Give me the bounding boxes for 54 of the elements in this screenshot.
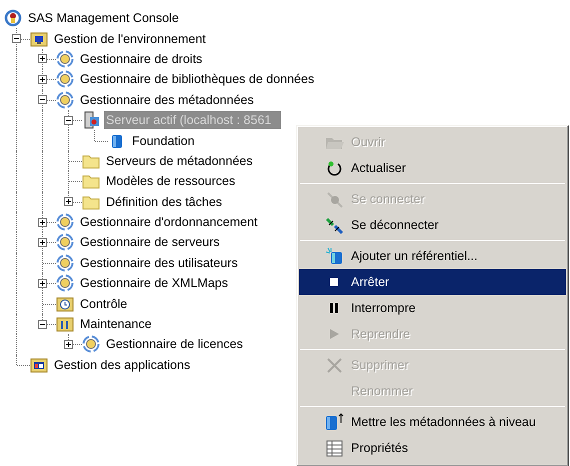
circular-arrows-icon [56, 70, 74, 88]
circular-arrows-icon [56, 90, 74, 109]
circular-arrows-icon [56, 254, 74, 272]
menu-item[interactable]: Mettre les métadonnées à niveau [299, 409, 566, 435]
expand-toggle[interactable] [38, 54, 47, 64]
folder-computer-icon [30, 30, 48, 48]
circular-arrows-icon [82, 335, 100, 354]
menu-item[interactable]: Interrompre [299, 295, 566, 321]
tree-item[interactable]: Modèles de ressources [104, 172, 238, 190]
tree-item[interactable]: Serveurs de métadonnées [104, 152, 255, 170]
collapse-toggle[interactable] [38, 95, 47, 104]
tree-item[interactable]: Gestionnaire de XMLMaps [78, 274, 230, 292]
properties-icon [325, 439, 345, 457]
tree-item[interactable]: Définition des tâches [104, 192, 224, 211]
tree-item[interactable]: SAS Management Console [26, 9, 181, 28]
menu-item[interactable]: Propriétés [299, 435, 566, 461]
tree-item[interactable]: Gestion des applications [52, 356, 192, 374]
tree-item[interactable]: Gestionnaire des métadonnées [78, 90, 256, 109]
menu-item[interactable]: Arrêter [299, 269, 566, 295]
tree-item[interactable]: Gestionnaire de bibliothèques de données [78, 70, 316, 88]
expand-toggle[interactable] [38, 74, 47, 84]
menu-item[interactable]: Actualiser [299, 155, 566, 181]
database-add-icon [325, 247, 345, 265]
tree-item[interactable]: Foundation [130, 132, 197, 150]
tree-item[interactable]: Gestionnaire de licences [104, 335, 245, 354]
expand-toggle[interactable] [64, 197, 73, 206]
expand-toggle[interactable] [38, 278, 47, 288]
tree-item[interactable]: Gestionnaire des utilisateurs [78, 254, 240, 272]
expand-toggle[interactable] [38, 238, 47, 247]
circular-arrows-icon [56, 50, 74, 68]
tree-item[interactable]: Maintenance [78, 315, 154, 334]
collapse-toggle[interactable] [38, 320, 47, 329]
tree-item[interactable]: Gestionnaire d'ordonnancement [78, 213, 260, 232]
folder-clock-icon [56, 294, 74, 313]
folder-tools-icon [56, 315, 74, 334]
server-icon [82, 111, 100, 130]
menu-item[interactable]: Ajouter un référentiel... [299, 243, 566, 269]
circular-arrows-icon [56, 213, 74, 232]
tree-item[interactable]: Contrôle [78, 294, 130, 313]
plug-icon [325, 190, 345, 208]
tree-item[interactable]: Gestion de l'environnement [52, 30, 208, 48]
circular-arrows-icon [4, 9, 22, 28]
expand-toggle[interactable] [38, 218, 47, 227]
folder-window-icon [30, 356, 48, 374]
tree-item[interactable]: Gestionnaire de serveurs [78, 233, 222, 252]
unplug-icon [325, 216, 345, 234]
expand-toggle[interactable] [64, 340, 73, 349]
collapse-toggle[interactable] [64, 116, 73, 125]
collapse-toggle[interactable] [12, 34, 21, 44]
circular-arrows-icon [56, 233, 74, 252]
menu-item[interactable]: Se déconnecter [299, 212, 566, 238]
database-upgrade-icon [325, 413, 345, 431]
circular-arrows-icon [56, 274, 74, 292]
tree-item[interactable]: Gestionnaire de droits [78, 50, 204, 68]
